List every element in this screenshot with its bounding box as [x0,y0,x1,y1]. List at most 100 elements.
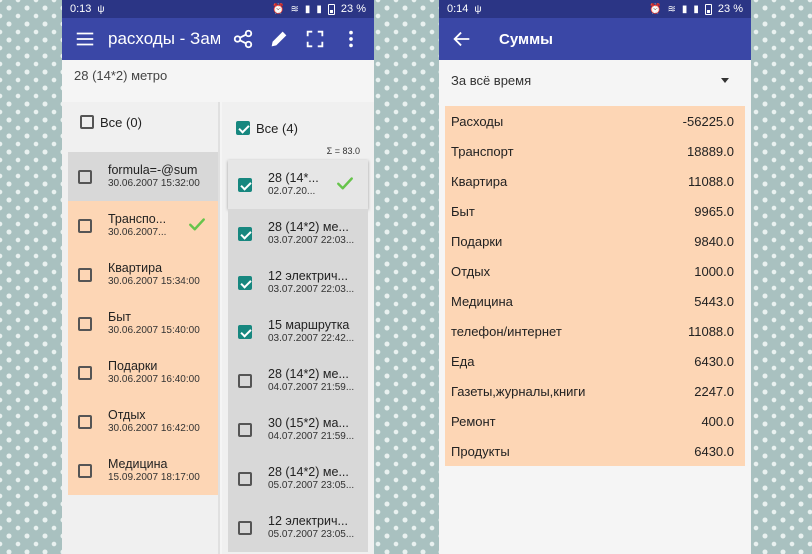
category-date: 30.06.2007 15:32:00 [108,178,200,189]
entries-column: Все (4) Σ = 83.0 28 (14*... 02.07.20... 28… [222,102,374,554]
sum-category-label: Транспорт [451,143,514,159]
entry-name: 30 (15*2) ма... [268,416,349,430]
list-item[interactable]: 12 электрич... 05.07.2007 23:05... [228,503,368,552]
wifi-icon: ≋ [290,3,299,15]
status-time: 0:13 [70,3,92,15]
sums-title: Суммы [499,30,553,48]
table-row[interactable]: Отдых 1000.0 [445,256,745,286]
list-item[interactable]: 28 (14*2) ме... 05.07.2007 23:05... [228,454,368,503]
category-name: Быт [108,310,131,324]
category-checkbox[interactable] [78,414,92,429]
category-name: Подарки [108,359,158,373]
entry-checkbox[interactable] [238,471,252,486]
table-row[interactable]: Квартира 11088.0 [445,166,745,196]
menu-icon[interactable] [72,26,98,52]
entry-checkbox[interactable] [238,275,252,290]
fullscreen-icon[interactable] [302,26,328,52]
more-vert-icon[interactable] [338,26,364,52]
category-name: Медицина [108,457,168,471]
category-date: 15.09.2007 18:17:00 [108,472,200,483]
selected-item-title: 28 (14*2) метро [74,68,168,83]
signal-icon: ▮ [304,3,311,15]
list-item[interactable]: 28 (14*... 02.07.20... [228,160,368,209]
entry-date: 02.07.20... [268,186,316,197]
category-date: 30.06.2007 15:34:00 [108,276,200,287]
category-checkbox[interactable] [78,169,92,184]
app-title: расходы - Зам... [108,29,220,48]
sum-value: 6430.0 [694,353,734,369]
entry-date: 03.07.2007 22:42... [268,333,355,344]
table-row[interactable]: Быт 9965.0 [445,196,745,226]
alarm-icon-right: ⏰ [649,3,662,15]
list-item[interactable]: 15 маршрутка 03.07.2007 22:42... [228,307,368,356]
entry-name: 12 электрич... [268,514,348,528]
list-item[interactable]: Отдых 30.06.2007 16:42:00 [68,397,220,446]
table-row[interactable]: Подарки 9840.0 [445,226,745,256]
category-checkbox[interactable] [78,316,92,331]
entry-date: 03.07.2007 22:03... [268,284,355,295]
table-row[interactable]: Газеты,журналы,книги 2247.0 [445,376,745,406]
list-item[interactable]: 28 (14*2) ме... 03.07.2007 22:03... [228,209,368,258]
signal-icon-right: ▮ [681,3,688,15]
category-checkbox[interactable] [78,365,92,380]
column-divider [218,102,220,554]
columns: Все (0) formula=-@sum 30.06.2007 15:32:00… [62,102,374,554]
phone-right: 0:14 ψ ⏰ ≋ ▮ ▮ 23 % Суммы За всё время Р… [439,0,751,554]
table-row[interactable]: Медицина 5443.0 [445,286,745,316]
entry-date: 05.07.2007 23:05... [268,529,355,540]
category-checkbox[interactable] [78,218,92,233]
table-row[interactable]: Расходы -56225.0 [445,106,745,136]
check-mark-icon [189,218,205,231]
table-row[interactable]: Еда 6430.0 [445,346,745,376]
sum-category-label: Продукты [451,443,510,459]
select-all-row-b[interactable]: Все (4) [222,108,374,148]
sum-value: 11088.0 [687,323,734,339]
select-all-row-a[interactable]: Все (0) [62,102,220,142]
list-item[interactable]: Транспо... 30.06.2007... [68,201,220,250]
table-row[interactable]: Ремонт 400.0 [445,406,745,436]
sum-category-label: Ремонт [451,413,496,429]
list-item[interactable]: Медицина 15.09.2007 18:17:00 [68,446,220,495]
category-date: 30.06.2007 15:40:00 [108,325,200,336]
list-item[interactable]: Квартира 30.06.2007 15:34:00 [68,250,220,299]
entry-name: 28 (14*... [268,171,319,185]
category-checkbox[interactable] [78,267,92,282]
sum-value: 11088.0 [687,173,734,189]
period-dropdown[interactable]: За всё время [439,60,751,100]
list-item[interactable]: 30 (15*2) ма... 04.07.2007 21:59... [228,405,368,454]
select-all-checkbox-b[interactable] [236,121,250,135]
select-all-checkbox-a[interactable] [80,115,94,129]
sum-value: 6430.0 [694,443,734,459]
category-column: Все (0) formula=-@sum 30.06.2007 15:32:00… [62,102,220,554]
category-checkbox[interactable] [78,463,92,478]
sum-category-label: Быт [451,203,475,219]
entry-checkbox[interactable] [238,324,252,339]
list-item[interactable]: Быт 30.06.2007 15:40:00 [68,299,220,348]
table-row[interactable]: телефон/интернет 11088.0 [445,316,745,346]
list-item[interactable]: 12 электрич... 03.07.2007 22:03... [228,258,368,307]
app-bar: расходы - Зам... [62,18,374,60]
table-row[interactable]: Продукты 6430.0 [445,436,745,466]
list-item[interactable]: Подарки 30.06.2007 16:40:00 [68,348,220,397]
table-row[interactable]: Транспорт 18889.0 [445,136,745,166]
entry-checkbox[interactable] [238,177,252,192]
edit-pencil-icon[interactable] [266,26,292,52]
period-dropdown-value: За всё время [451,72,532,88]
signal-icon-2: ▮ [316,3,322,15]
back-arrow-icon[interactable] [449,26,475,52]
entry-name: 12 электрич... [268,269,348,283]
status-time-right: 0:14 [447,3,469,15]
entry-name: 28 (14*2) ме... [268,465,349,479]
share-icon[interactable] [230,26,256,52]
entry-checkbox[interactable] [238,226,252,241]
list-item[interactable]: formula=-@sum 30.06.2007 15:32:00 [68,152,220,201]
sums-toolbar: Суммы [439,18,751,60]
list-item[interactable]: 28 (14*2) ме... 04.07.2007 21:59... [228,356,368,405]
category-name: formula=-@sum [108,163,198,177]
entry-checkbox[interactable] [238,422,252,437]
sum-value: 1000.0 [694,263,734,279]
entry-checkbox[interactable] [238,520,252,535]
category-date: 30.06.2007 16:42:00 [108,423,200,434]
entry-checkbox[interactable] [238,373,252,388]
sum-label: Σ = 83.0 [326,146,360,156]
